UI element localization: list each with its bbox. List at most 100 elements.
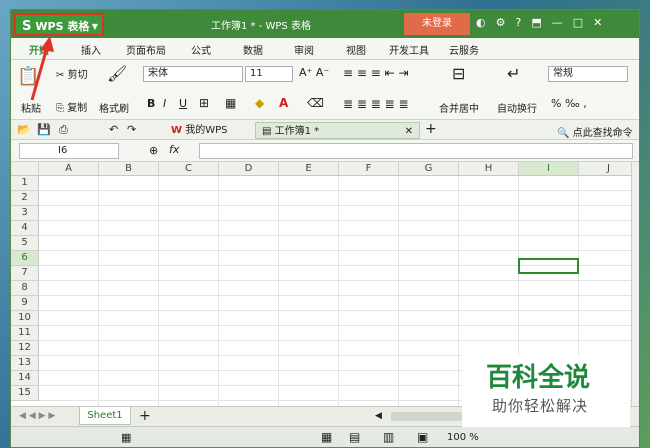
sheet-tab-sheet1[interactable]: Sheet1	[79, 407, 131, 425]
row-header[interactable]: 7	[11, 266, 39, 281]
font-size-select[interactable]: 11	[245, 66, 293, 82]
tab-developer[interactable]: 开发工具	[389, 42, 429, 57]
row-header[interactable]: 14	[11, 371, 39, 386]
layout-view-icon[interactable]: ▥	[383, 430, 394, 444]
row-header[interactable]: 10	[11, 311, 39, 326]
zoom-search-icon[interactable]: ⊕	[149, 144, 158, 157]
fill-icon[interactable]: ◆	[255, 96, 264, 110]
underline-icon[interactable]: U	[179, 97, 187, 110]
grow-font-icon[interactable]: A⁺ A⁻	[299, 66, 329, 79]
close-tab-icon[interactable]: ✕	[405, 123, 413, 140]
login-button[interactable]: 未登录	[404, 13, 470, 35]
formula-input[interactable]	[199, 143, 633, 159]
column-header[interactable]: D	[219, 162, 279, 176]
percent-icon[interactable]: % ‰ ,	[551, 97, 587, 110]
tab-data[interactable]: 数据	[243, 42, 263, 57]
tab-formula[interactable]: 公式	[191, 42, 211, 57]
plus-icon[interactable]: +	[425, 121, 437, 137]
row-header[interactable]: 11	[11, 326, 39, 341]
formula-bar: I6 ⊕ fx	[11, 140, 639, 162]
grid-line	[39, 340, 631, 341]
row-header[interactable]: 6	[11, 251, 39, 266]
print-icon[interactable]: ⎙	[59, 123, 68, 137]
column-header[interactable]: I	[519, 162, 579, 176]
reading-view-icon[interactable]: ▣	[417, 430, 428, 444]
wps-menu-label: WPS 表格	[35, 20, 90, 33]
border-icon[interactable]: ⊞	[199, 96, 209, 110]
column-header[interactable]: A	[39, 162, 99, 176]
select-all-corner[interactable]	[11, 162, 39, 176]
doc-tab-my-wps[interactable]: W 我的WPS	[165, 122, 233, 139]
tab-review[interactable]: 审阅	[294, 42, 314, 57]
open-icon[interactable]: 📂	[17, 123, 31, 136]
column-header[interactable]: E	[279, 162, 339, 176]
skin-icon[interactable]: ◐	[476, 16, 486, 29]
tab-page-layout[interactable]: 页面布局	[126, 42, 166, 57]
row-header[interactable]: 9	[11, 296, 39, 311]
align-icon[interactable]: ≡ ≡ ≡ ⇤ ⇥	[343, 66, 409, 80]
tab-insert[interactable]: 插入	[81, 42, 101, 57]
wps-menu-button[interactable]: S WPS 表格 ▼	[14, 13, 104, 36]
tab-view[interactable]: 视图	[346, 42, 366, 57]
format-painter-button[interactable]: 格式刷	[99, 100, 129, 115]
vertical-scrollbar[interactable]	[631, 162, 639, 406]
italic-icon[interactable]: I	[163, 97, 166, 110]
wrap-text-button[interactable]: 自动换行	[497, 100, 537, 115]
row-header[interactable]: 3	[11, 206, 39, 221]
brush-icon[interactable]: 🖌	[107, 64, 127, 83]
column-header[interactable]: J	[579, 162, 631, 176]
grid-line	[398, 176, 399, 406]
row-header[interactable]: 8	[11, 281, 39, 296]
tab-cloud[interactable]: 云服务	[449, 42, 479, 57]
add-sheet-icon[interactable]: +	[139, 408, 151, 424]
halign-icon[interactable]: ≣ ≣ ≣ ≣ ≣	[343, 97, 409, 111]
close-icon[interactable]: ✕	[593, 16, 602, 29]
horizontal-scrollbar[interactable]	[391, 412, 471, 421]
grid-line	[39, 235, 631, 236]
selected-cell[interactable]	[518, 258, 579, 274]
row-header[interactable]: 15	[11, 386, 39, 401]
sheet-nav-icon[interactable]: ◀ ◀ ▶ ▶	[19, 411, 55, 421]
maximize-icon[interactable]: □	[573, 16, 583, 29]
clear-icon[interactable]: ⌫	[307, 96, 324, 110]
name-box[interactable]: I6	[19, 143, 119, 159]
cut-icon: ✂	[56, 70, 65, 81]
number-format-select[interactable]: 常规	[548, 66, 628, 82]
column-header[interactable]: C	[159, 162, 219, 176]
row-header[interactable]: 5	[11, 236, 39, 251]
settings-icon[interactable]: ⚙	[496, 16, 506, 29]
bold-icon[interactable]: B	[147, 97, 155, 110]
cut-button[interactable]: ✂ 剪切	[56, 66, 88, 81]
font-name-select[interactable]: 宋体	[143, 66, 243, 82]
merge-icon[interactable]: ⊟	[452, 64, 465, 83]
row-header[interactable]: 2	[11, 191, 39, 206]
row-header[interactable]: 4	[11, 221, 39, 236]
wrap-icon[interactable]: ↵	[507, 64, 520, 83]
column-header[interactable]: F	[339, 162, 399, 176]
column-header[interactable]: B	[99, 162, 159, 176]
row-header[interactable]: 13	[11, 356, 39, 371]
scroll-left-icon[interactable]: ◀	[375, 411, 382, 421]
grid-line	[338, 176, 339, 406]
fx-icon[interactable]: fx	[169, 143, 179, 156]
restore-icon[interactable]: ⬒	[531, 16, 541, 29]
grid-line	[458, 176, 459, 406]
normal-view-icon[interactable]: ▦	[321, 430, 332, 444]
help-icon[interactable]: ?	[515, 16, 521, 29]
redo-icon[interactable]: ↷	[127, 123, 136, 136]
font-color-icon[interactable]: A	[279, 96, 288, 110]
save-icon[interactable]: 💾	[37, 123, 51, 136]
page-view-icon[interactable]: ▤	[349, 430, 360, 444]
row-header[interactable]: 12	[11, 341, 39, 356]
fill-color-icon[interactable]: ▦	[225, 96, 236, 110]
column-header[interactable]: G	[399, 162, 459, 176]
doc-tab-workbook1[interactable]: ▤ 工作簿1 * ✕	[255, 122, 420, 139]
row-header[interactable]: 1	[11, 176, 39, 191]
merge-center-button[interactable]: 合并居中	[439, 100, 479, 115]
column-header[interactable]: H	[459, 162, 519, 176]
undo-icon[interactable]: ↶	[109, 123, 118, 136]
search-command[interactable]: 🔍 点此查找命令	[557, 124, 633, 139]
copy-button[interactable]: ⎘ 复制	[56, 99, 87, 114]
calendar-icon[interactable]: ▦	[121, 431, 131, 444]
minimize-icon[interactable]: —	[552, 16, 563, 29]
